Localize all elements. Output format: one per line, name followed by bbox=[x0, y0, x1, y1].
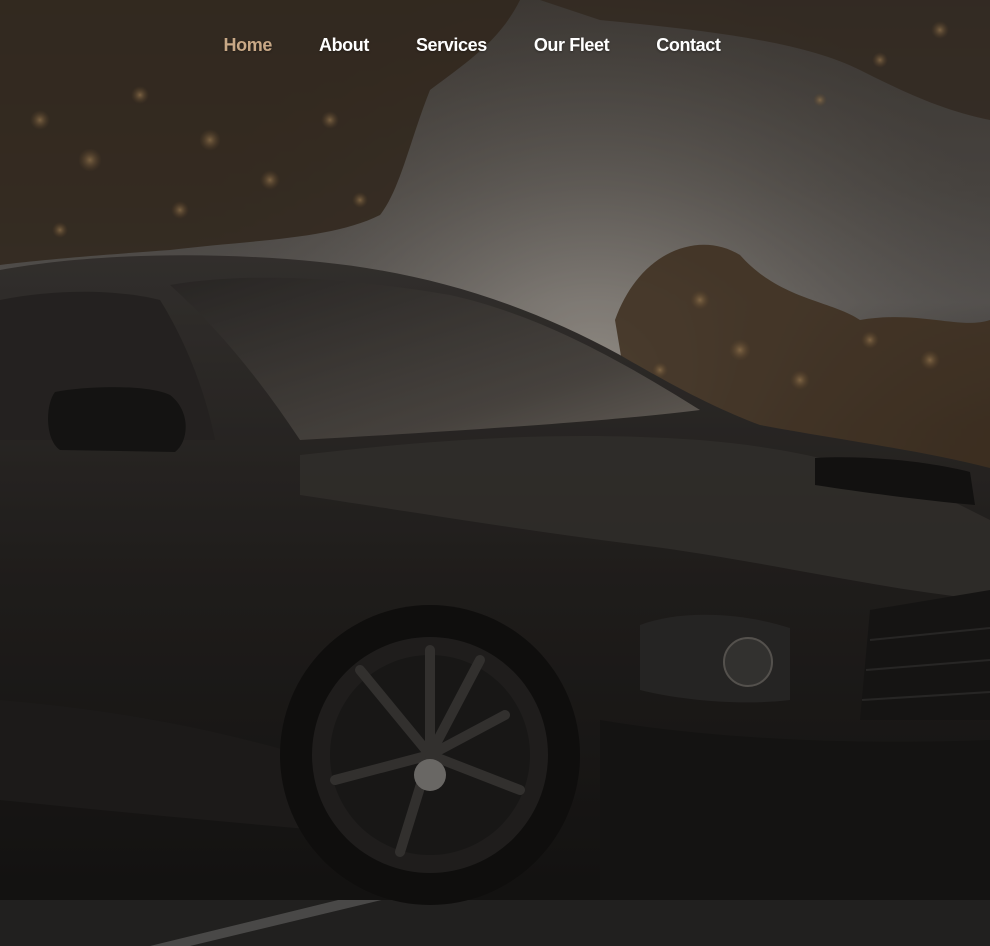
nav-link-contact[interactable]: Contact bbox=[656, 33, 721, 57]
nav-link-about[interactable]: About bbox=[319, 33, 369, 57]
nav-item-services: Services bbox=[416, 33, 487, 57]
hero-background-image bbox=[0, 0, 990, 946]
nav-item-our-fleet: Our Fleet bbox=[534, 33, 610, 57]
nav-link-services[interactable]: Services bbox=[416, 33, 487, 57]
nav-item-home: Home bbox=[224, 33, 273, 57]
main-navigation: Home About Services Our Fleet Contact bbox=[0, 33, 990, 57]
nav-item-contact: Contact bbox=[656, 33, 721, 57]
nav-menu: Home About Services Our Fleet Contact bbox=[224, 33, 721, 57]
hero-section: Home About Services Our Fleet Contact bbox=[0, 0, 990, 946]
nav-item-about: About bbox=[319, 33, 369, 57]
nav-link-home[interactable]: Home bbox=[224, 33, 273, 57]
nav-link-our-fleet[interactable]: Our Fleet bbox=[534, 33, 610, 57]
